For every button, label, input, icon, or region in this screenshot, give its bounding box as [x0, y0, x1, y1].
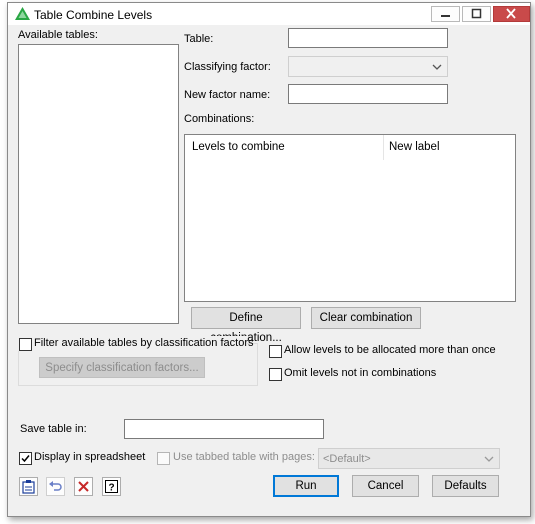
column-header-new-label[interactable]: New label — [389, 141, 440, 153]
column-divider — [383, 135, 384, 160]
clear-combination-button[interactable]: Clear combination — [311, 307, 421, 329]
checkmark-icon — [21, 455, 30, 463]
undo-icon — [49, 481, 62, 491]
tabbed-table-label: Use tabbed table with pages: — [173, 451, 315, 463]
save-table-label: Save table in: — [20, 423, 87, 435]
app-icon — [15, 7, 30, 20]
minimize-button[interactable] — [431, 6, 460, 22]
copy-to-clipboard-button[interactable] — [19, 477, 38, 496]
specify-classification-factors-button[interactable]: Specify classification factors... — [39, 357, 205, 378]
filter-tables-label: Filter available tables by classificatio… — [34, 337, 254, 349]
clear-button[interactable] — [74, 477, 93, 496]
omit-levels-label: Omit levels not in combinations — [284, 367, 437, 379]
allow-multiple-label: Allow levels to be allocated more than o… — [284, 344, 496, 356]
chevron-down-icon — [432, 64, 442, 70]
clear-icon — [78, 481, 89, 492]
help-icon: ? — [105, 480, 118, 494]
available-tables-label: Available tables: — [18, 29, 98, 41]
available-tables-list[interactable] — [18, 44, 179, 324]
display-spreadsheet-label: Display in spreadsheet — [34, 451, 146, 463]
tabbed-table-select[interactable]: <Default> — [318, 448, 500, 469]
close-button[interactable] — [493, 6, 530, 22]
defaults-button[interactable]: Defaults — [432, 475, 499, 497]
tabbed-table-value: <Default> — [323, 453, 371, 465]
close-icon — [506, 8, 516, 19]
clipboard-icon — [22, 480, 35, 494]
tabbed-table-checkbox[interactable] — [157, 452, 170, 465]
allow-multiple-checkbox[interactable] — [269, 345, 282, 358]
maximize-button[interactable] — [462, 6, 491, 22]
undo-button[interactable] — [46, 477, 65, 496]
table-label: Table: — [184, 33, 214, 45]
save-table-input[interactable] — [124, 419, 324, 439]
classifying-factor-label: Classifying factor: — [184, 61, 271, 73]
filter-tables-checkbox[interactable] — [19, 338, 32, 351]
run-button[interactable]: Run — [273, 475, 339, 497]
combinations-table[interactable]: Levels to combine New label — [184, 134, 516, 302]
minimize-icon — [441, 15, 450, 17]
new-factor-name-label: New factor name: — [184, 89, 271, 101]
omit-levels-checkbox[interactable] — [269, 368, 282, 381]
maximize-icon — [471, 8, 482, 19]
window-title: Table Combine Levels — [34, 8, 153, 22]
svg-text:?: ? — [108, 483, 114, 494]
new-factor-name-input[interactable] — [288, 84, 448, 104]
classifying-factor-select[interactable] — [288, 56, 448, 77]
cancel-button[interactable]: Cancel — [352, 475, 419, 497]
chevron-down-icon — [484, 456, 494, 462]
define-combination-button[interactable]: Define combination... — [191, 307, 301, 344]
help-button[interactable]: ? — [102, 477, 121, 496]
column-header-levels[interactable]: Levels to combine — [192, 141, 285, 153]
combinations-label: Combinations: — [184, 113, 255, 125]
display-spreadsheet-checkbox[interactable] — [19, 452, 32, 465]
table-input[interactable] — [288, 28, 448, 48]
